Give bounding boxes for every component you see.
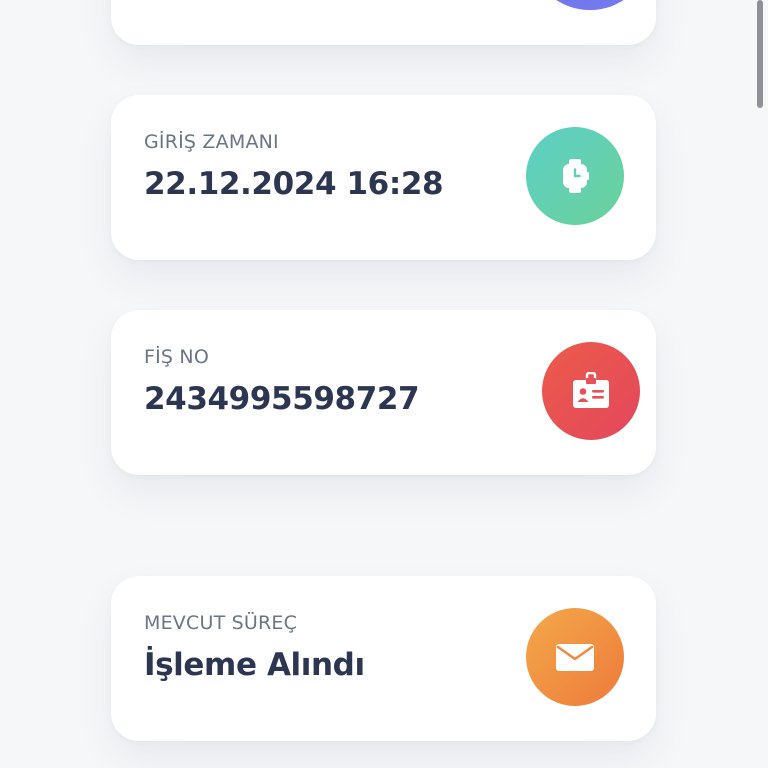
card-label: MEVCUT SÜREÇ <box>144 612 298 634</box>
id-badge-icon <box>573 372 609 408</box>
envelope-icon <box>556 644 594 671</box>
card-icon-circle <box>535 0 645 10</box>
card-value: 2434995598727 <box>144 381 420 417</box>
scrollbar[interactable] <box>757 0 763 108</box>
card-value: İşleme Alındı <box>144 647 365 683</box>
info-card-receipt-no: FİŞ NO 2434995598727 <box>111 310 656 475</box>
card-label: FİŞ NO <box>144 346 210 368</box>
card-icon-circle <box>542 342 640 440</box>
info-card-current-process: MEVCUT SÜREÇ İşleme Alındı <box>111 576 656 741</box>
info-card-entry-time: GİRİŞ ZAMANI 22.12.2024 16:28 <box>111 95 656 260</box>
card-value: 22.12.2024 16:28 <box>144 166 444 202</box>
card-label: GİRİŞ ZAMANI <box>144 131 279 153</box>
watch-icon <box>563 159 589 193</box>
card-icon-circle <box>526 127 624 225</box>
page: GİRİŞ ZAMANI 22.12.2024 16:28 FİŞ NO 243… <box>0 0 768 768</box>
info-card-partial <box>111 0 656 45</box>
card-icon-circle <box>526 608 624 706</box>
